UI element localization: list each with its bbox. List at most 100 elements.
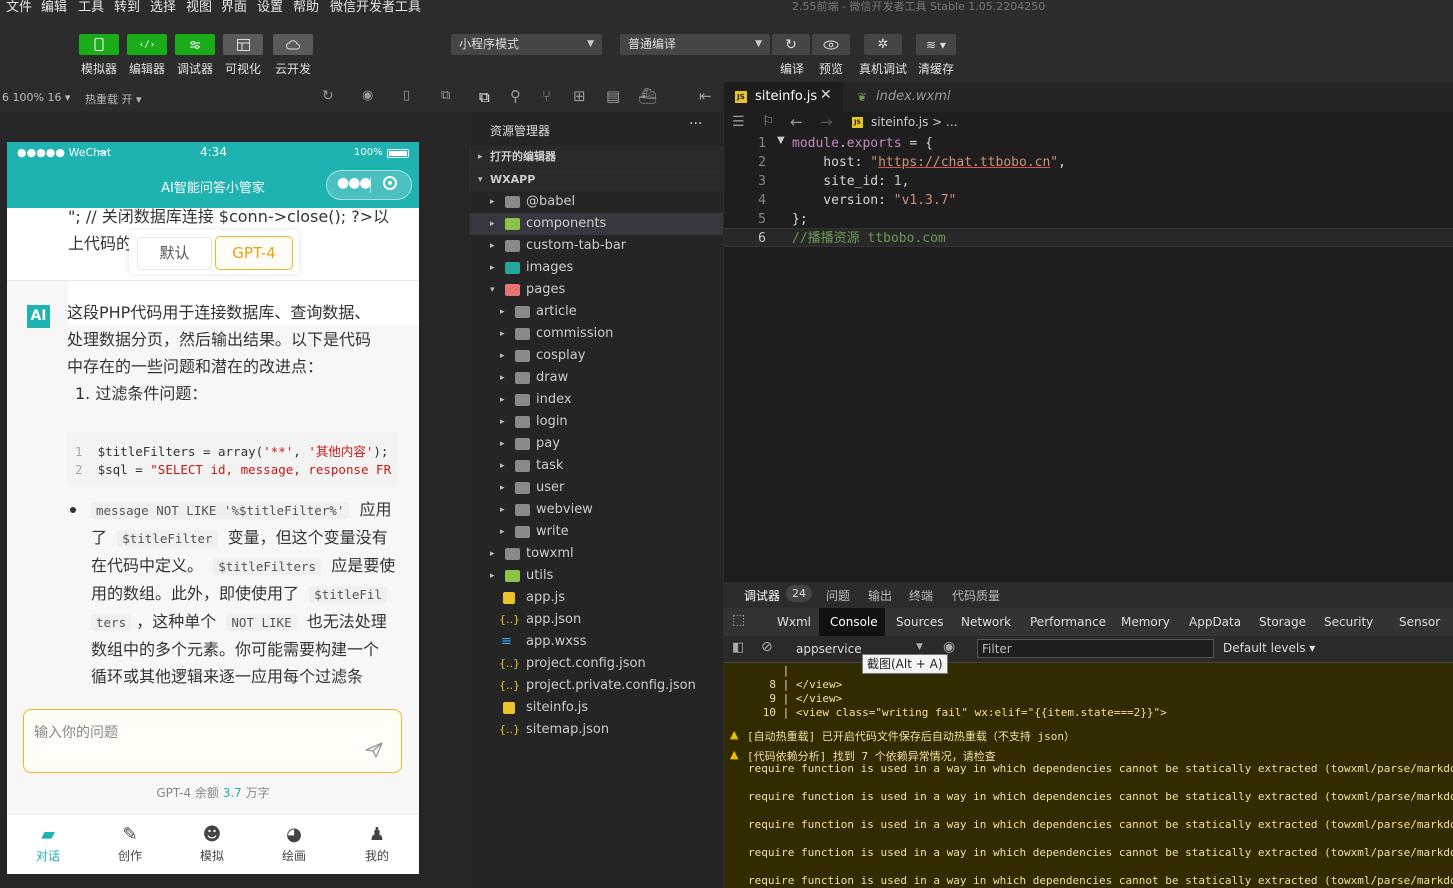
- simulator-toggle-button[interactable]: [79, 34, 119, 55]
- forward-arrow-icon[interactable]: →: [820, 113, 833, 131]
- mode-select[interactable]: 小程序模式 ▼: [451, 34, 602, 55]
- tree-item-user[interactable]: ▸ user: [470, 477, 723, 499]
- close-target-icon[interactable]: [383, 176, 397, 190]
- tree-item--babel[interactable]: ▸ @babel: [470, 191, 723, 213]
- log-levels-select[interactable]: Default levels ▾: [1223, 641, 1315, 655]
- question-input[interactable]: 输入你的问题: [23, 709, 402, 773]
- tree-item-article[interactable]: ▸ article: [470, 301, 723, 323]
- tree-item-images[interactable]: ▸ images: [470, 257, 723, 279]
- tab-network[interactable]: Network: [961, 615, 1011, 629]
- phone-icon[interactable]: ▯: [403, 88, 410, 103]
- tab-memory[interactable]: Memory: [1121, 615, 1170, 629]
- cloud-dev-button[interactable]: [273, 34, 313, 55]
- tree-item-utils[interactable]: ▸ utils: [470, 565, 723, 587]
- tab-chat[interactable]: ▰ 对话: [28, 823, 68, 864]
- tab-draw[interactable]: ◕ 绘画: [274, 823, 314, 864]
- tab-debugger[interactable]: 调试器: [744, 587, 780, 604]
- editor-toggle-button[interactable]: ‹/›: [127, 34, 167, 55]
- tree-item-towxml[interactable]: ▸ towxml: [470, 543, 723, 565]
- code-line[interactable]: 4 version: "v1.3.7": [724, 191, 1453, 210]
- tab-wxml[interactable]: Wxml: [777, 615, 811, 629]
- tree-item-siteinfo-js[interactable]: siteinfo.js: [470, 697, 723, 719]
- source-control-icon[interactable]: ⑂: [542, 87, 551, 105]
- menu-view[interactable]: 视图: [186, 0, 212, 15]
- tree-item-app-wxss[interactable]: ≡ app.wxss: [470, 631, 723, 653]
- open-editors-section[interactable]: ▸ 打开的编辑器: [470, 146, 723, 168]
- sidebar-toggle-icon[interactable]: ◧: [732, 640, 744, 655]
- tree-item-pages[interactable]: ▾ pages: [470, 279, 723, 301]
- code-line[interactable]: 2 host: "https://chat.ttbobo.cn",: [724, 153, 1453, 172]
- more-dots-icon[interactable]: ●●●: [337, 175, 372, 191]
- tab-terminal[interactable]: 终端: [909, 587, 933, 604]
- tree-item-task[interactable]: ▸ task: [470, 455, 723, 477]
- menu-wechat-devtools[interactable]: 微信开发者工具: [330, 0, 421, 15]
- chat-scroll[interactable]: "; // 关闭数据库连接 $conn->close(); ?>以 上代码的 默…: [7, 208, 419, 692]
- menu-edit[interactable]: 编辑: [41, 0, 67, 15]
- stop-icon[interactable]: ◉: [362, 88, 373, 103]
- tree-item-draw[interactable]: ▸ draw: [470, 367, 723, 389]
- clear-cache-button[interactable]: ≋ ▾: [916, 34, 956, 55]
- reload-icon[interactable]: ↻: [322, 88, 334, 104]
- inspect-cursor-icon[interactable]: ⬚: [732, 612, 745, 628]
- debugger-toggle-button[interactable]: [175, 34, 215, 55]
- workspace-root[interactable]: ▾ WXAPP: [470, 169, 723, 191]
- preview-button[interactable]: [812, 34, 850, 55]
- menu-tools[interactable]: 工具: [78, 0, 104, 15]
- send-icon[interactable]: [365, 742, 383, 758]
- context-select[interactable]: appservice: [796, 642, 862, 656]
- visual-toggle-button[interactable]: [223, 34, 263, 55]
- eye-icon[interactable]: ◉: [943, 639, 955, 655]
- tree-item-app-js[interactable]: app.js: [470, 587, 723, 609]
- model-default-button[interactable]: 默认: [137, 237, 212, 270]
- tree-item-sitemap-json[interactable]: {..} sitemap.json: [470, 719, 723, 741]
- device-zoom-select[interactable]: 6 100% 16 ▾: [2, 91, 70, 104]
- tree-item-webview[interactable]: ▸ webview: [470, 499, 723, 521]
- bookmark-icon[interactable]: ⚐: [762, 114, 775, 130]
- list-icon[interactable]: ☰: [732, 114, 745, 130]
- storage-icon[interactable]: ▤: [606, 87, 620, 105]
- tab-security[interactable]: Security: [1324, 615, 1373, 629]
- model-gpt4-button[interactable]: GPT-4: [215, 236, 293, 270]
- tab-code-quality[interactable]: 代码质量: [952, 587, 1000, 604]
- compile-button[interactable]: ↻: [772, 34, 810, 55]
- tab-create[interactable]: ✎ 创作: [110, 823, 150, 864]
- tab-storage[interactable]: Storage: [1259, 615, 1306, 629]
- tab-siteinfo-js[interactable]: JS siteinfo.js ✕: [724, 82, 843, 112]
- console-filter-input[interactable]: Filter: [977, 639, 1214, 658]
- code-line[interactable]: 5};: [724, 210, 1453, 229]
- docker-icon[interactable]: ⛴: [638, 87, 657, 105]
- tree-item-custom-tab-bar[interactable]: ▸ custom-tab-bar: [470, 235, 723, 257]
- tree-item-write[interactable]: ▸ write: [470, 521, 723, 543]
- menu-help[interactable]: 帮助: [293, 0, 319, 15]
- extensions-icon[interactable]: ⊞: [573, 87, 586, 105]
- files-icon[interactable]: ⧉: [479, 88, 490, 106]
- menu-capsule[interactable]: ●●●: [326, 170, 412, 200]
- tab-problems[interactable]: 问题: [826, 587, 850, 604]
- tab-mine[interactable]: ♟ 我的: [357, 823, 397, 864]
- clear-console-icon[interactable]: ⊘: [761, 639, 773, 655]
- tree-item-components[interactable]: ▸ components: [470, 213, 723, 235]
- tree-item-project-private-config-json[interactable]: {..} project.private.config.json: [470, 675, 723, 697]
- menu-goto[interactable]: 转到: [114, 0, 140, 15]
- tree-item-app-json[interactable]: {..} app.json: [470, 609, 723, 631]
- menu-select[interactable]: 选择: [150, 0, 176, 15]
- tab-index-wxml[interactable]: ❦ index.wxml: [845, 82, 955, 112]
- tab-simulate[interactable]: ☻ 模拟: [192, 823, 232, 864]
- code-line[interactable]: 3 site_id: 1,: [724, 172, 1453, 191]
- more-icon[interactable]: ···: [689, 116, 702, 132]
- menu-settings[interactable]: 设置: [257, 0, 283, 15]
- tab-performance[interactable]: Performance: [1030, 615, 1106, 629]
- tree-item-login[interactable]: ▸ login: [470, 411, 723, 433]
- menu-file[interactable]: 文件: [6, 0, 32, 15]
- breadcrumb[interactable]: siteinfo.js > ...: [871, 115, 958, 129]
- remote-debug-button[interactable]: ✲: [864, 34, 902, 55]
- back-arrow-icon[interactable]: ←: [790, 113, 803, 131]
- tab-sources[interactable]: Sources: [896, 615, 943, 629]
- search-icon[interactable]: ⚲: [510, 87, 521, 105]
- hot-reload-toggle[interactable]: 热重载 开 ▾: [85, 91, 142, 107]
- popout-icon[interactable]: ⧉: [441, 88, 450, 103]
- tab-output[interactable]: 输出: [868, 587, 892, 604]
- tab-console[interactable]: Console: [830, 615, 878, 629]
- tree-item-pay[interactable]: ▸ pay: [470, 433, 723, 455]
- tree-item-cosplay[interactable]: ▸ cosplay: [470, 345, 723, 367]
